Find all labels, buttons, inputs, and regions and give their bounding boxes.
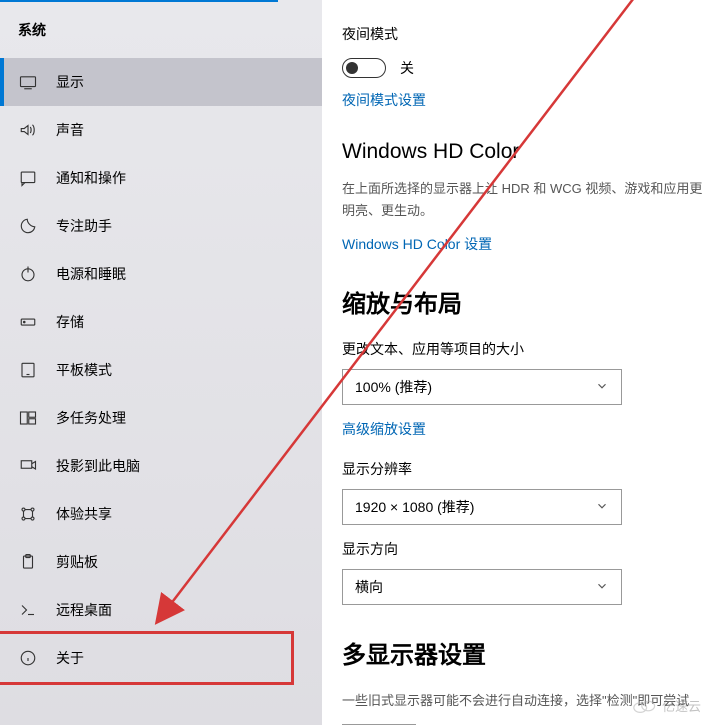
sidebar-item-label: 平板模式 — [56, 360, 112, 380]
multi-display-title: 多显示器设置 — [342, 635, 711, 670]
scale-value: 100% (推荐) — [355, 377, 432, 397]
scale-select[interactable]: 100% (推荐) — [342, 369, 622, 405]
hd-color-link[interactable]: Windows HD Color 设置 — [342, 234, 492, 254]
orientation-value: 横向 — [355, 577, 383, 597]
night-mode-section: 夜间模式 关 夜间模式设置 — [342, 24, 711, 110]
sidebar-item-project[interactable]: 投影到此电脑 — [0, 442, 322, 490]
sidebar-item-label: 关于 — [56, 648, 84, 668]
sidebar-item-about[interactable]: 关于 — [0, 631, 294, 685]
chevron-down-icon — [595, 499, 609, 516]
sidebar-item-clipboard[interactable]: 剪贴板 — [0, 538, 322, 586]
resolution-label: 显示分辨率 — [342, 459, 711, 479]
sidebar-item-label: 存储 — [56, 312, 84, 332]
sidebar-item-label: 显示 — [56, 72, 84, 92]
sidebar-item-share[interactable]: 体验共享 — [0, 490, 322, 538]
hd-color-title: Windows HD Color — [342, 140, 711, 164]
share-icon — [18, 504, 38, 524]
power-icon — [18, 264, 38, 284]
scale-layout-section: 缩放与布局 更改文本、应用等项目的大小 100% (推荐) 高级缩放设置 显示分… — [342, 284, 711, 605]
sidebar-item-remote[interactable]: 远程桌面 — [0, 586, 322, 634]
sidebar-item-label: 投影到此电脑 — [56, 456, 140, 476]
sidebar-item-sound[interactable]: 声音 — [0, 106, 322, 154]
sidebar-header: 系统 — [0, 0, 322, 58]
hd-color-section: Windows HD Color 在上面所选择的显示器上让 HDR 和 WCG … — [342, 140, 711, 254]
sidebar-item-label: 多任务处理 — [56, 408, 126, 428]
sidebar-item-tablet[interactable]: 平板模式 — [0, 346, 322, 394]
advanced-scale-link[interactable]: 高级缩放设置 — [342, 419, 426, 439]
sidebar-item-label: 体验共享 — [56, 504, 112, 524]
sidebar-item-multitask[interactable]: 多任务处理 — [0, 394, 322, 442]
night-mode-state: 关 — [400, 58, 414, 78]
storage-icon — [18, 312, 38, 332]
night-mode-title: 夜间模式 — [342, 24, 711, 44]
clipboard-icon — [18, 552, 38, 572]
tablet-icon — [18, 360, 38, 380]
sound-icon — [18, 120, 38, 140]
orientation-select[interactable]: 横向 — [342, 569, 622, 605]
resolution-value: 1920 × 1080 (推荐) — [355, 497, 474, 517]
chevron-down-icon — [595, 579, 609, 596]
sidebar-item-label: 剪贴板 — [56, 552, 98, 572]
project-icon — [18, 456, 38, 476]
sidebar-item-focus[interactable]: 专注助手 — [0, 202, 322, 250]
sidebar-item-power[interactable]: 电源和睡眠 — [0, 250, 322, 298]
scale-label: 更改文本、应用等项目的大小 — [342, 339, 711, 359]
about-icon — [18, 648, 38, 668]
remote-icon — [18, 600, 38, 620]
watermark: 亿速云 — [632, 696, 701, 715]
sidebar-item-label: 通知和操作 — [56, 168, 126, 188]
multitask-icon — [18, 408, 38, 428]
sidebar-item-notifications[interactable]: 通知和操作 — [0, 154, 322, 202]
orientation-label: 显示方向 — [342, 539, 711, 559]
focus-icon — [18, 216, 38, 236]
accent-line — [0, 0, 278, 2]
main-content: 夜间模式 关 夜间模式设置 Windows HD Color 在上面所选择的显示… — [322, 0, 711, 725]
display-icon — [18, 72, 38, 92]
sidebar-item-display[interactable]: 显示 — [0, 58, 322, 106]
sidebar-list: 显示 声音 通知和操作 专注助手 电源和睡眠 存储 平板模式 多任务处理 — [0, 58, 322, 685]
night-mode-settings-link[interactable]: 夜间模式设置 — [342, 90, 426, 110]
sidebar: 系统 显示 声音 通知和操作 专注助手 电源和睡眠 存储 平板模式 — [0, 0, 322, 725]
night-mode-toggle[interactable] — [342, 58, 386, 78]
notification-icon — [18, 168, 38, 188]
chevron-down-icon — [595, 379, 609, 396]
sidebar-item-storage[interactable]: 存储 — [0, 298, 322, 346]
scale-layout-title: 缩放与布局 — [342, 284, 711, 319]
sidebar-item-label: 专注助手 — [56, 216, 112, 236]
sidebar-item-label: 声音 — [56, 120, 84, 140]
resolution-select[interactable]: 1920 × 1080 (推荐) — [342, 489, 622, 525]
sidebar-item-label: 远程桌面 — [56, 600, 112, 620]
sidebar-item-label: 电源和睡眠 — [56, 264, 126, 284]
hd-color-desc: 在上面所选择的显示器上让 HDR 和 WCG 视频、游戏和应用更明亮、更生动。 — [342, 178, 711, 222]
